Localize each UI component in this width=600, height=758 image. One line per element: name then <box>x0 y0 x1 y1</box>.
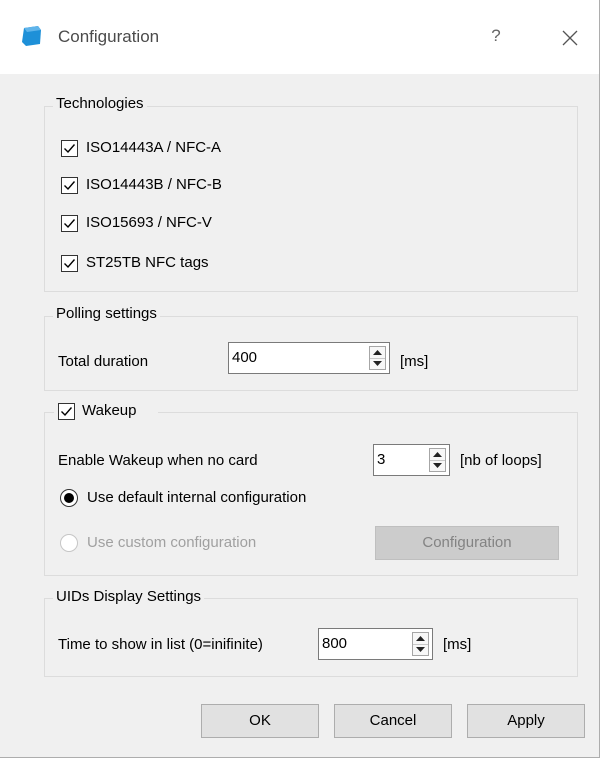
app-icon <box>20 25 42 47</box>
time-to-show-value[interactable]: 800 <box>322 629 347 659</box>
close-button[interactable] <box>552 20 588 56</box>
wakeup-loops-unit: [nb of loops] <box>460 452 542 469</box>
check-icon <box>64 181 76 191</box>
radio-custom-config-label: Use custom configuration <box>87 534 257 551</box>
check-icon <box>64 144 76 154</box>
checkbox-label: ISO14443A / NFC-A <box>86 139 222 156</box>
title-bar[interactable]: Configuration ? <box>0 0 599 74</box>
ok-button[interactable]: OK <box>201 704 319 738</box>
total-duration-spinbox[interactable]: 400 <box>228 342 390 374</box>
time-to-show-spinbox[interactable]: 800 <box>318 628 433 660</box>
technologies-group-title: Technologies <box>53 95 147 112</box>
uids-display-group-title: UIDs Display Settings <box>53 588 205 605</box>
checkbox-label: ISO14443B / NFC-B <box>86 176 222 193</box>
help-button[interactable]: ? <box>478 18 514 54</box>
wakeup-loops-value[interactable]: 3 <box>377 445 385 475</box>
wakeup-checkbox[interactable]: Wakeup <box>54 400 158 424</box>
polling-settings-group-title: Polling settings <box>53 305 160 322</box>
arrow-up-icon <box>373 350 382 355</box>
radio-button[interactable] <box>60 489 78 507</box>
checkbox-box[interactable] <box>61 140 78 157</box>
arrow-up-icon <box>433 452 442 457</box>
close-icon <box>562 30 578 46</box>
check-icon <box>61 407 73 417</box>
checkbox-box[interactable] <box>58 403 75 420</box>
spin-buttons <box>429 448 446 472</box>
checkbox-label: ST25TB NFC tags <box>86 254 209 271</box>
arrow-down-icon <box>373 361 382 366</box>
arrow-up-icon <box>416 636 425 641</box>
radio-default-config-label: Use default internal configuration <box>87 489 307 506</box>
spin-down-button[interactable] <box>430 460 445 471</box>
check-icon <box>64 219 76 229</box>
window-title: Configuration <box>58 27 160 46</box>
configuration-dialog: Configuration ? Technologies ISO14443A /… <box>0 0 600 758</box>
cancel-button[interactable]: Cancel <box>334 704 452 738</box>
enable-wakeup-label: Enable Wakeup when no card <box>58 452 258 469</box>
configuration-button[interactable]: Configuration <box>375 526 559 560</box>
wakeup-checkbox-label: Wakeup <box>82 402 137 419</box>
spin-down-button[interactable] <box>370 358 385 369</box>
checkbox-box[interactable] <box>61 177 78 194</box>
wakeup-loops-spinbox[interactable]: 3 <box>373 444 450 476</box>
checkbox-box[interactable] <box>61 255 78 272</box>
apply-button[interactable]: Apply <box>467 704 585 738</box>
radio-button[interactable] <box>60 534 78 552</box>
spin-buttons <box>412 632 429 656</box>
check-icon <box>64 259 76 269</box>
arrow-down-icon <box>433 463 442 468</box>
checkbox-label: ISO15693 / NFC-V <box>86 214 212 231</box>
spin-down-button[interactable] <box>413 644 428 655</box>
arrow-down-icon <box>416 647 425 652</box>
time-to-show-unit: [ms] <box>443 636 472 653</box>
time-to-show-label: Time to show in list (0=inifinite) <box>58 636 263 653</box>
total-duration-value[interactable]: 400 <box>232 343 257 373</box>
checkbox-box[interactable] <box>61 215 78 232</box>
total-duration-label: Total duration <box>58 353 149 370</box>
spin-buttons <box>369 346 386 370</box>
total-duration-unit: [ms] <box>400 353 429 370</box>
